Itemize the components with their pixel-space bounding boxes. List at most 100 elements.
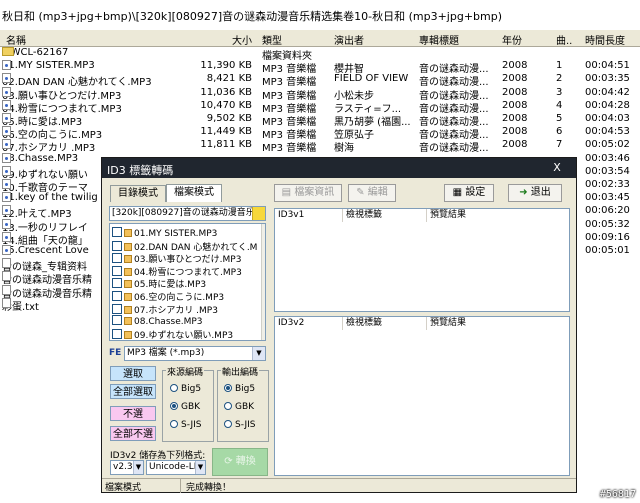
list-item[interactable]: 07.ホシアカリ .MP3 <box>112 303 218 316</box>
info-icon: ▤ <box>281 187 295 198</box>
status-mode: 檔案模式 <box>105 483 142 493</box>
file-artist: FIELD OF VIEW <box>334 73 409 85</box>
file-duration: 00:03:45 <box>585 192 630 204</box>
file-duration: 00:09:16 <box>585 231 630 243</box>
file-year: 2008 <box>502 126 528 138</box>
file-size: 11,811 KB <box>200 139 252 151</box>
file-year: 2008 <box>502 139 528 151</box>
status-divider <box>180 479 181 493</box>
id3v1-label: ID3v1 <box>275 209 343 222</box>
file-track: 5 <box>556 113 563 124</box>
col-type[interactable]: 類型 <box>262 32 282 47</box>
src-sjis-radio[interactable]: S-JIS <box>170 420 201 430</box>
id3v1-table[interactable]: ID3v1 檢視標籤 預覽結果 <box>274 208 570 312</box>
exit-icon: ➜ <box>519 187 531 198</box>
file-row[interactable]: 02.DAN DAN 心魅かれてく.MP3 8,421 KB MP3 音樂檔 FIEL… <box>0 73 640 88</box>
list-item[interactable]: 05.時に愛は.MP3 <box>112 277 206 290</box>
col-track[interactable]: 曲.. <box>556 32 572 47</box>
text-file-icon <box>2 297 11 308</box>
convert-button[interactable]: ⟳ 轉換 <box>212 448 268 476</box>
checkbox[interactable] <box>112 303 122 314</box>
exit-button[interactable]: ➜ 退出 <box>508 184 562 202</box>
col-name[interactable]: 名稱 <box>6 32 26 47</box>
output-encoding-label: 輸出編碼 <box>221 365 260 378</box>
file-type-filter[interactable]: MP3 檔案 (*.mp3) ▼ <box>124 346 266 361</box>
file-row[interactable]: 06.空の向こうに.MP3 11,449 KB MP3 音樂檔 笠原弘子 音の谜森动漫.… <box>0 126 640 141</box>
id3v2-label: ID3v2 <box>275 317 343 330</box>
id3v2-col-preview[interactable]: 預覽結果 <box>427 317 569 330</box>
text-file-icon <box>2 284 11 295</box>
checkbox[interactable] <box>112 278 122 289</box>
file-row[interactable]: 04.粉雪につつまれて.MP3 10,470 KB MP3 音樂檔 ラスティ=フ...… <box>0 99 640 115</box>
deselect-button[interactable]: 不選 <box>110 406 156 421</box>
watermark: #56817 <box>599 489 636 500</box>
list-item[interactable]: 04.粉雪につつまれて.MP3 <box>112 265 242 278</box>
id3-version-select[interactable]: v2.3 ▼ <box>110 460 144 475</box>
list-scrollbar[interactable] <box>261 224 265 340</box>
list-item[interactable]: 06.空の向こうに.MP3 <box>112 290 224 303</box>
src-gbk-radio[interactable]: GBK <box>170 402 200 412</box>
path-combo[interactable]: [320k][080927]音の谜森动漫音乐精选 <box>109 206 266 221</box>
file-track: 7 <box>556 139 563 151</box>
file-year: 2008 <box>502 73 528 85</box>
col-year[interactable]: 年份 <box>502 32 522 47</box>
audio-file-icon <box>124 229 132 237</box>
mp3-file-icon <box>2 99 11 110</box>
list-item[interactable]: 01.MY SISTER.MP3 <box>112 227 217 239</box>
tab-file-mode[interactable]: 檔案模式 <box>166 184 222 202</box>
file-duration: 00:03:46 <box>585 152 630 164</box>
checkbox[interactable] <box>112 240 122 251</box>
select-all-button[interactable]: 全部選取 <box>110 384 156 399</box>
id3v2-col-tag[interactable]: 檢視標籤 <box>343 317 427 330</box>
id3v1-col-preview[interactable]: 預覽結果 <box>427 209 569 222</box>
mp3-file-icon <box>2 60 11 71</box>
audio-file-icon <box>124 293 132 301</box>
file-name: 15.Crescent Love <box>2 245 89 256</box>
file-row[interactable]: 01.MY SISTER.MP3 11,390 KB MP3 音樂檔 櫻井智 音の谜森动… <box>0 60 640 75</box>
checkbox[interactable] <box>112 328 122 339</box>
col-artist[interactable]: 演出者 <box>334 32 364 47</box>
file-row[interactable]: MWCL-62167 檔案資料夾 <box>0 47 640 62</box>
checkbox[interactable] <box>112 253 122 264</box>
list-item[interactable]: 08.Chasse.MP3 <box>112 315 203 327</box>
id3v1-col-tag[interactable]: 檢視標籤 <box>343 209 427 222</box>
col-duration[interactable]: 時間長度 <box>585 32 625 47</box>
checkbox[interactable] <box>112 291 122 301</box>
id3v2-table[interactable]: ID3v2 檢視標籤 預覽結果 <box>274 316 570 476</box>
out-sjis-radio[interactable]: S-JIS <box>224 420 255 430</box>
file-row[interactable]: 03.願い事ひとつだけ.MP3 11,036 KB MP3 音樂檔 小松未步 音の谜森动… <box>0 86 640 102</box>
tab-directory-mode[interactable]: 目錄模式 <box>110 185 166 202</box>
settings-button[interactable]: ▦ 設定 <box>444 184 494 202</box>
dialog-file-list[interactable]: 01.MY SISTER.MP3 02.DAN DAN 心魅かれてく.M 03.願い… <box>109 223 266 341</box>
close-button[interactable]: X <box>544 161 570 175</box>
select-button[interactable]: 選取 <box>110 366 156 381</box>
file-duration: 00:05:32 <box>585 218 630 230</box>
list-item[interactable]: 03.願い事ひとつだけ.MP3 <box>112 252 242 266</box>
src-big5-radio[interactable]: Big5 <box>170 384 201 394</box>
file-row[interactable]: 05.時に愛は.MP3 9,502 KB MP3 音樂檔 黒乃胡夢 (福園... 音の谜… <box>0 113 640 128</box>
out-gbk-radio[interactable]: GBK <box>224 402 254 412</box>
settings-icon: ▦ <box>452 187 466 198</box>
audio-file-icon <box>124 317 132 326</box>
encoding-select[interactable]: Unicode-LE ▼ <box>146 460 206 475</box>
address-bar[interactable]: 秋日和 (mp3+jpg+bmp)\[320k][080927]音の谜森动漫音乐… <box>0 0 640 28</box>
dialog-title-bar[interactable]: ID3 標籤轉碼 X <box>102 158 576 178</box>
list-item-label: 03.願い事ひとつだけ.MP3 <box>134 255 242 266</box>
col-album[interactable]: 專輯標題 <box>419 32 459 47</box>
file-info-button[interactable]: ▤ 檔案資訊 <box>274 184 342 202</box>
edit-button[interactable]: ✎ 編輯 <box>348 184 396 202</box>
file-track: 4 <box>556 99 563 111</box>
file-row[interactable]: 07.ホシアカリ .MP3 11,811 KB MP3 音樂檔 樹海 音の谜森动漫...… <box>0 139 640 154</box>
checkbox[interactable] <box>112 265 122 276</box>
audio-file-icon <box>124 280 132 289</box>
list-item[interactable]: 09.ゆずれない願い.MP3 <box>112 328 233 340</box>
file-size: 11,036 KB <box>200 86 252 98</box>
list-item[interactable]: 02.DAN DAN 心魅かれてく.M <box>112 240 257 253</box>
mp3-file-icon <box>2 245 11 255</box>
file-size: 11,449 KB <box>200 126 252 138</box>
col-size[interactable]: 大小 <box>232 32 252 47</box>
checkbox[interactable] <box>112 227 122 237</box>
out-big5-radio[interactable]: Big5 <box>224 384 255 394</box>
deselect-all-button[interactable]: 全部不選 <box>110 426 156 441</box>
checkbox[interactable] <box>112 315 122 326</box>
